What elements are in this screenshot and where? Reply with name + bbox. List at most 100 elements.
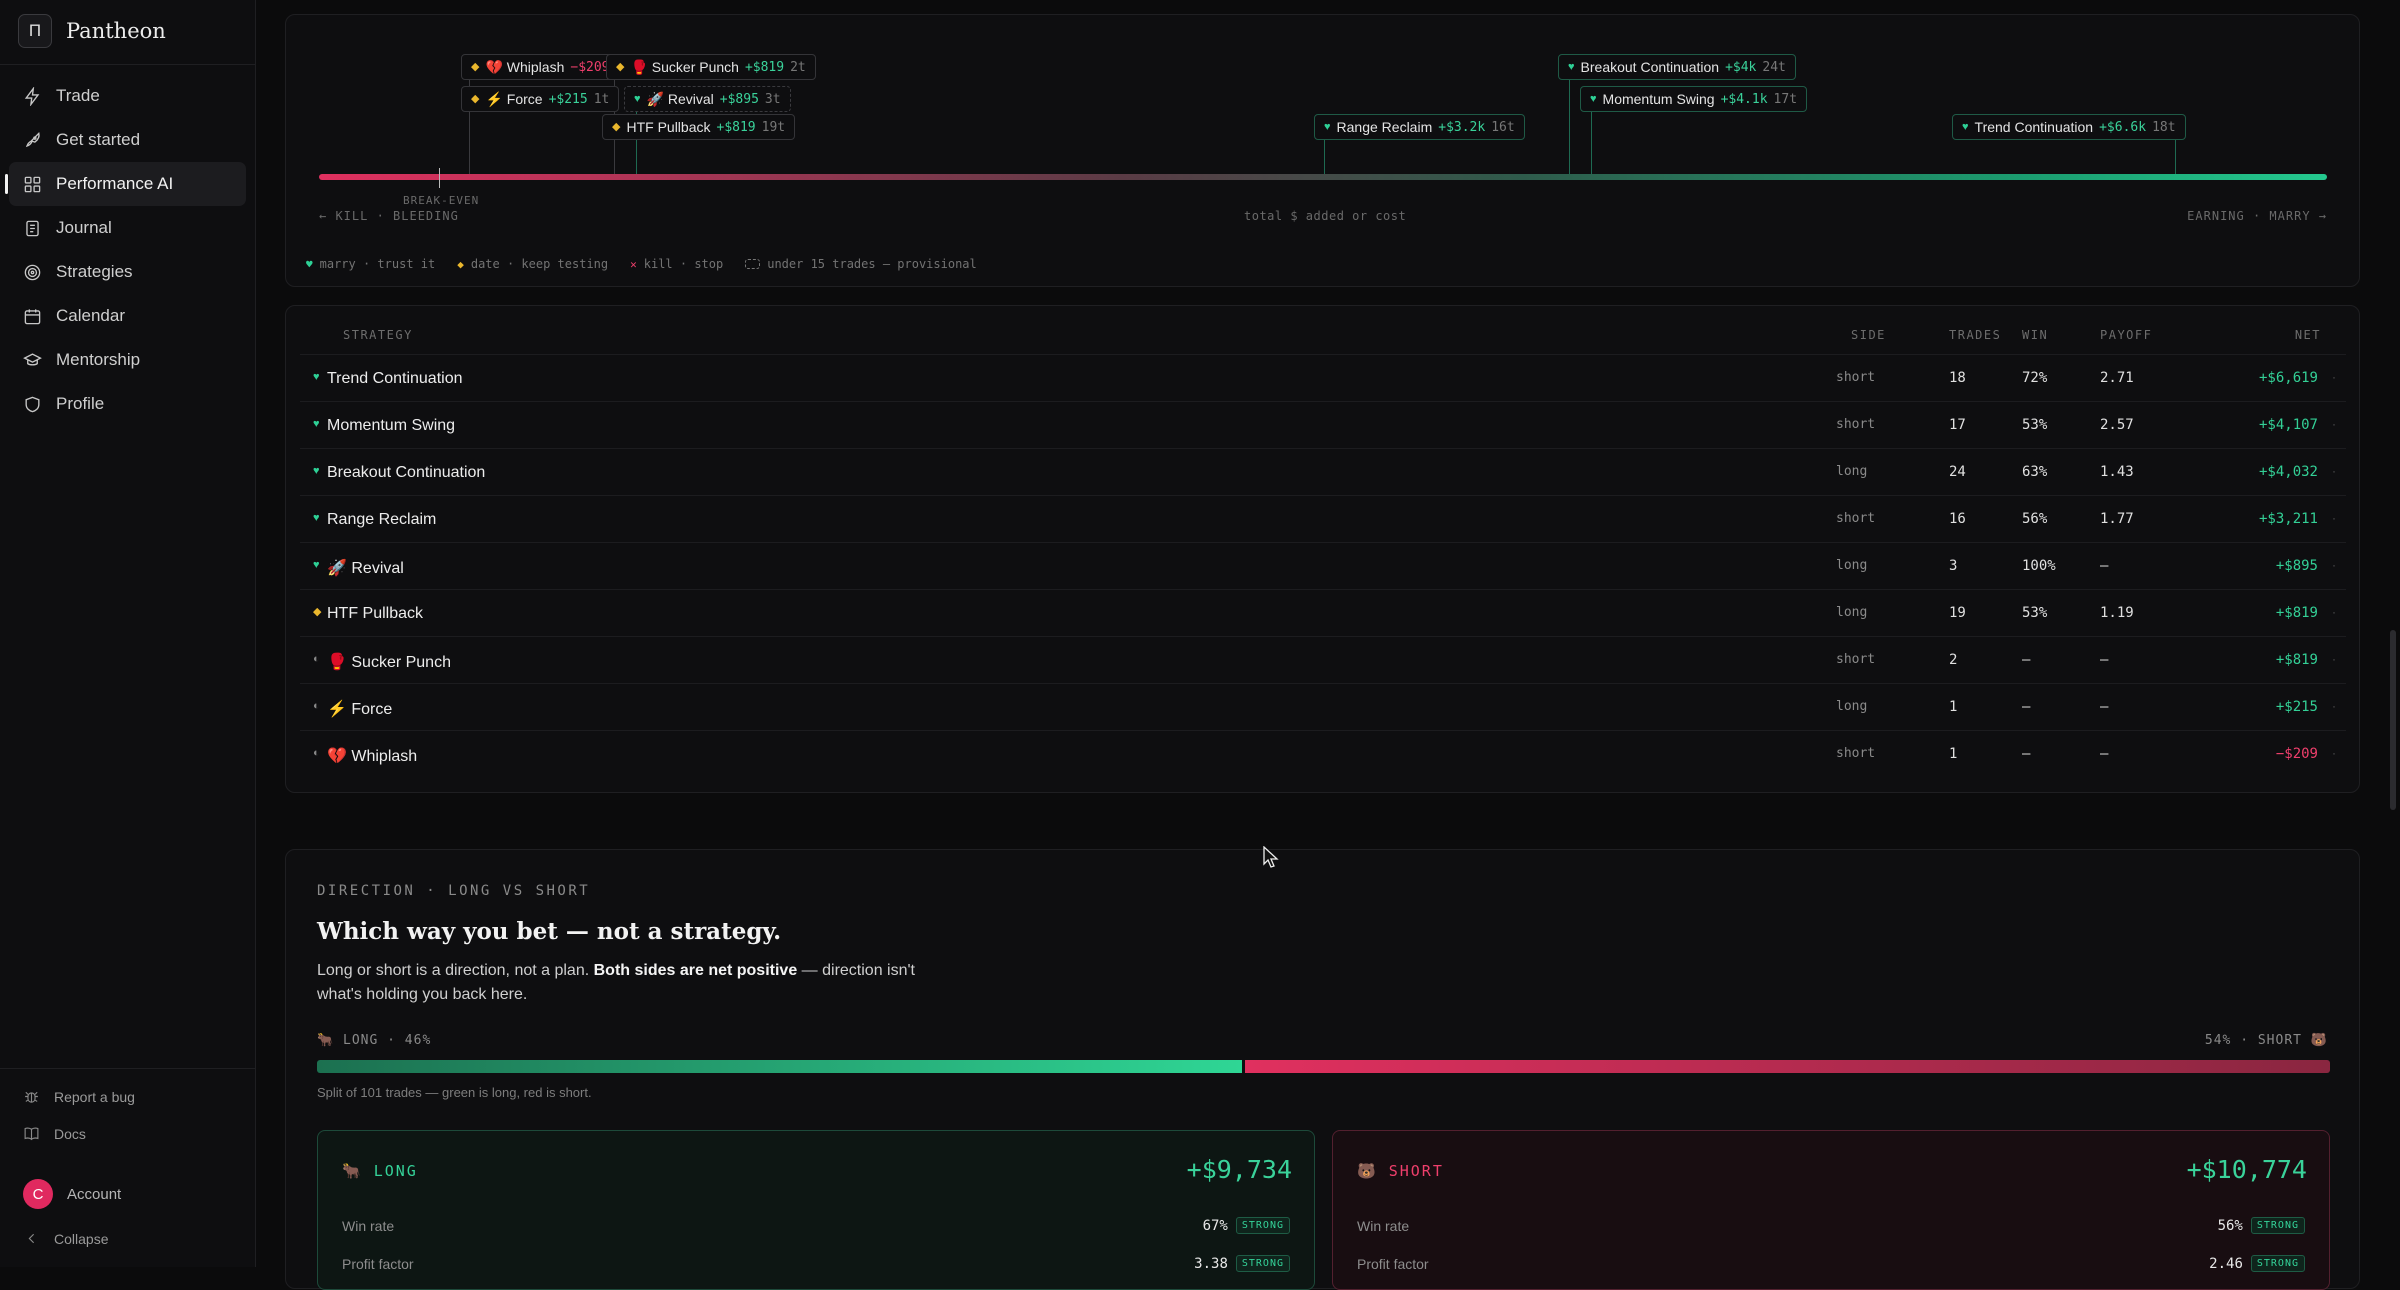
marry-axis-label: EARNING · MARRY → [2187,209,2327,223]
map-chip-htf-pullback[interactable]: ◆ HTF Pullback +$819 19t [602,114,796,140]
trades: 24 [1949,464,1966,480]
nav-item-trade[interactable]: Trade [9,74,246,118]
strategy-name: Momentum Swing [327,417,456,434]
header-win[interactable]: WIN [2022,328,2048,342]
table-row[interactable]: ♥ Range Reclaim short 16 56% 1.77 +$3,21… [300,495,2346,542]
nav-item-profile[interactable]: Profile [9,382,246,426]
win-rate: — [2022,746,2031,762]
heart-icon: ♥ [313,559,320,571]
strength-badge: STRONG [1235,1217,1290,1234]
payoff: 1.19 [2100,605,2134,621]
sidebar: П Pantheon Trade Get started Performance… [0,0,256,1267]
net: +$819 [2275,652,2318,668]
docs-label: Docs [54,1125,86,1142]
grid-icon [24,176,41,192]
heart-icon: ♥ [306,257,313,271]
chip-trades: 2t [790,59,806,75]
brand[interactable]: П Pantheon [18,14,166,48]
table-row[interactable]: ♥ Momentum Swing short 17 53% 2.57 +$4,1… [300,401,2346,448]
table-row[interactable]: ◐ 💔 Whiplash short 1 — — −$209 · [300,730,2346,777]
strategy-name: ⚡ Force [327,701,393,718]
map-chip-sucker-punch[interactable]: ◆ 🥊 Sucker Punch +$819 2t [606,54,816,80]
docs-link[interactable]: Docs [23,1125,86,1142]
nav-item-journal[interactable]: Journal [9,206,246,250]
chip-net: +$215 [548,91,588,107]
long-profit-factor-row: Profit factor 3.38 STRONG [342,1255,1290,1272]
table-row[interactable]: ◐ ⚡ Force long 1 — — +$215 · [300,683,2346,730]
payoff: 2.57 [2100,417,2134,433]
nav-item-strategies[interactable]: Strategies [9,250,246,294]
heart-icon: ♥ [313,512,320,524]
report-bug-label: Report a bug [54,1088,135,1105]
nav-item-mentorship[interactable]: Mentorship [9,338,246,382]
chip-trades: 24t [1762,59,1786,75]
short-card-label: 🐻 SHORT [1357,1162,1444,1180]
bug-icon [25,1091,38,1103]
strategy-name: Range Reclaim [327,511,437,528]
chip-trades: 18t [2152,119,2176,135]
nav-item-calendar[interactable]: Calendar [9,294,246,338]
strength-badge: STRONG [1235,1255,1290,1272]
table-row[interactable]: ♥ Breakout Continuation long 24 63% 1.43… [300,448,2346,495]
trades: 2 [1949,652,1958,668]
header-strategy[interactable]: STRATEGY [343,328,413,342]
row-dot: · [2332,370,2336,384]
header-side[interactable]: SIDE [1851,328,1886,342]
side: short [1836,370,1876,385]
table-row[interactable]: ◐ 🥊 Sucker Punch short 2 — — +$819 · [300,636,2346,683]
map-chip-breakout-continuation[interactable]: ♥ Breakout Continuation +$4k 24t [1558,54,1796,80]
report-bug-link[interactable]: Report a bug [23,1088,135,1105]
metric-value: 67% STRONG [1203,1217,1290,1234]
chip-net: +$4k [1725,59,1757,75]
chip-name: 🥊 Sucker Punch [630,58,739,75]
strategy-name: HTF Pullback [327,605,424,622]
graduation-cap-icon [23,352,42,366]
header-net[interactable]: NET [2295,328,2321,342]
heart-icon: ♥ [1962,120,1969,133]
side: long [1836,464,1868,479]
header-payoff[interactable]: PAYOFF [2100,328,2152,342]
map-chip-trend-continuation[interactable]: ♥ Trend Continuation +$6.6k 18t [1952,114,2186,140]
chip-name: Momentum Swing [1602,91,1715,107]
trades: 17 [1949,417,1966,433]
side: long [1836,699,1868,714]
mouse-cursor-icon [1263,846,1279,868]
map-chip-revival[interactable]: ♥ 🚀 Revival +$895 3t [624,86,791,112]
break-even-label: BREAK-EVEN [403,194,480,207]
account-button[interactable]: C Account [23,1179,121,1209]
map-chip-force[interactable]: ◆ ⚡ Force +$215 1t [461,86,620,112]
account-label: Account [67,1185,122,1203]
collapse-button[interactable]: Collapse [23,1230,108,1247]
legend-kill: ✕ kill · stop [630,257,723,271]
legend-marry: ♥ marry · trust it [306,257,435,271]
table-row[interactable]: ♥ 🚀 Revival long 3 100% — +$895 · [300,542,2346,589]
profit-factor-value: 3.38 [1194,1255,1228,1272]
legend-provisional: under 15 trades — provisional [745,257,977,271]
date-verdict-icon: ◆ [612,120,621,133]
metric-value: 56% STRONG [2218,1217,2305,1234]
nav-item-label: Strategies [56,262,133,281]
header-trades[interactable]: TRADES [1949,328,2001,342]
nav-item-performance-ai[interactable]: Performance AI [5,162,246,206]
payoff: — [2100,558,2109,574]
payoff: — [2100,746,2109,762]
map-chip-whiplash[interactable]: ◆ 💔 Whiplash −$209 [461,54,620,80]
map-chip-momentum-swing[interactable]: ♥ Momentum Swing +$4.1k 17t [1580,86,1808,112]
win-rate: 53% [2022,605,2048,621]
chip-net: +$819 [716,119,756,135]
table-row[interactable]: ♥ Trend Continuation short 18 72% 2.71 +… [300,354,2346,401]
table-row[interactable]: ◆ HTF Pullback long 19 53% 1.19 +$819 · [300,589,2346,636]
trades: 19 [1949,605,1966,621]
metric-label: Win rate [342,1217,395,1234]
page-scrollbar[interactable] [2390,630,2396,810]
book-icon [24,1127,39,1141]
metric-label: Profit factor [1357,1255,1429,1272]
sidebar-divider [0,64,256,65]
net: +$6,619 [2258,370,2318,386]
profit-spectrum-bar [319,174,2327,180]
payoff: 1.43 [2100,464,2134,480]
strength-badge: STRONG [2250,1255,2305,1272]
heart-icon: ♥ [313,371,320,383]
nav-item-get-started[interactable]: Get started [9,118,246,162]
map-chip-range-reclaim[interactable]: ♥ Range Reclaim +$3.2k 16t [1314,114,1525,140]
